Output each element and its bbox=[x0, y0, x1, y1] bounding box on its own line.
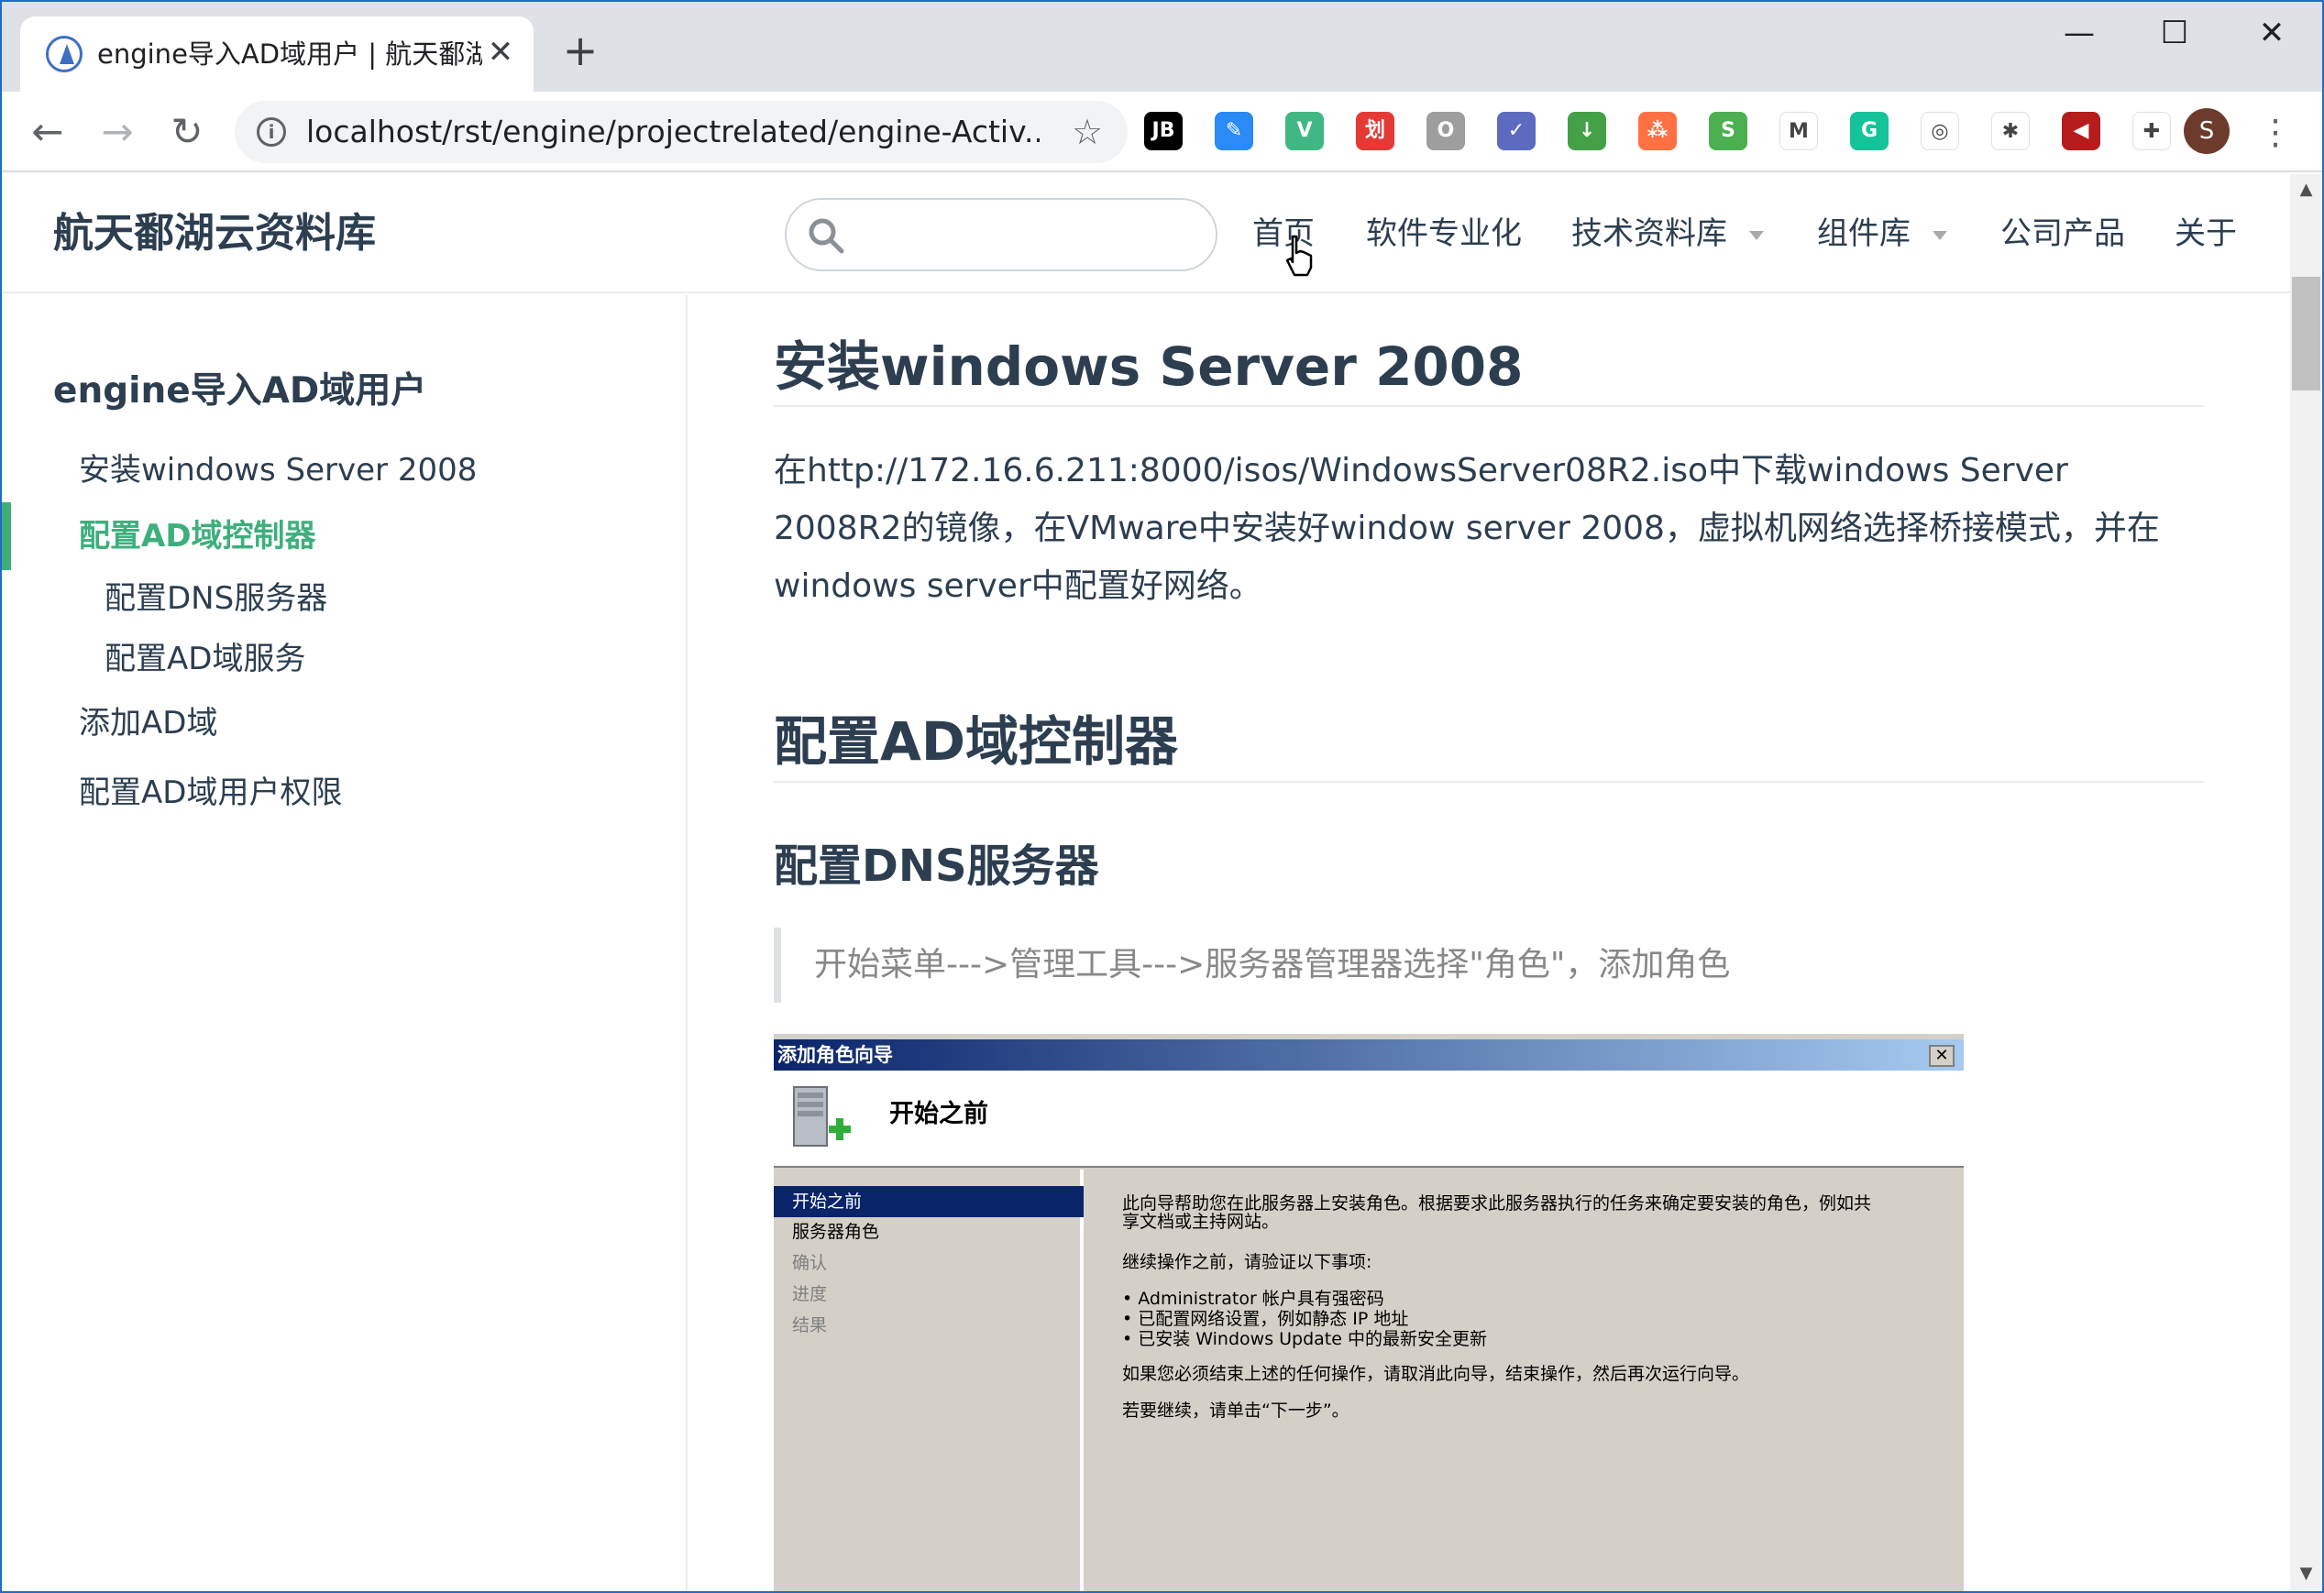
browser-tab[interactable]: engine导入AD域用户 | 航天鄱湖 ✕ bbox=[20, 16, 534, 92]
grammarly-icon[interactable]: G bbox=[1850, 112, 1889, 150]
wizard-text-line: • 已配置网络设置，例如静态 IP 地址 bbox=[1122, 1309, 1409, 1329]
maximize-button[interactable]: ☐ bbox=[2147, 9, 2202, 57]
sidebar-item-dns[interactable]: 配置DNS服务器 bbox=[105, 574, 327, 623]
sidebar-item-ad-permissions[interactable]: 配置AD域用户权限 bbox=[79, 768, 342, 818]
sidebar-heading[interactable]: engine导入AD域用户 bbox=[53, 365, 658, 418]
nav-about[interactable]: 关于 bbox=[2175, 211, 2237, 257]
tab-close-icon[interactable]: ✕ bbox=[482, 31, 519, 73]
window-close-button[interactable]: ✕ bbox=[2244, 9, 2299, 57]
wizard-text-line: 若要继续，请单击“下一步”。 bbox=[1122, 1401, 1349, 1421]
nav-components[interactable]: 组件库 bbox=[1817, 211, 1911, 257]
tab-strip: engine导入AD域用户 | 航天鄱湖 ✕ + — ☐ ✕ bbox=[0, 0, 2324, 92]
intro-paragraph: 在http://172.16.6.211:8000/isos/WindowsSe… bbox=[774, 452, 2160, 605]
check-extension-icon[interactable]: ✓ bbox=[1497, 112, 1536, 150]
instruction-quote: 开始菜单--->管理工具--->服务器管理器选择"角色"，添加角色 bbox=[774, 928, 2204, 1003]
nav-products[interactable]: 公司产品 bbox=[2000, 211, 2125, 257]
wizard-text-line: • Administrator 帐户具有强密码 bbox=[1122, 1289, 1384, 1309]
minimize-button[interactable]: — bbox=[2052, 9, 2107, 57]
site-title[interactable]: 航天鄱湖云资料库 bbox=[53, 207, 512, 260]
dialog-titlebar: 添加角色向导 ✕ bbox=[774, 1039, 1964, 1071]
office-icon[interactable]: O bbox=[1426, 112, 1465, 150]
server-add-icon bbox=[793, 1086, 851, 1147]
search-icon bbox=[809, 218, 844, 254]
site-info-icon[interactable]: i bbox=[257, 117, 286, 147]
wizard-step: 确认 bbox=[792, 1253, 828, 1273]
red-extension-icon[interactable]: 划 bbox=[1356, 112, 1394, 150]
wizard-text-line: 此向导帮助您在此服务器上安装角色。根据要求此服务器执行的任务来确定要安装的角色，… bbox=[1122, 1193, 1872, 1214]
dialog-header: 开始之前 bbox=[774, 1071, 1964, 1168]
chevron-down-icon bbox=[1749, 231, 1764, 240]
search-input[interactable] bbox=[785, 198, 1217, 271]
scroll-up-icon[interactable]: ▲ bbox=[2290, 174, 2322, 205]
url-text[interactable]: localhost/rst/engine/projectrelated/engi… bbox=[306, 112, 1040, 152]
address-bar[interactable]: i localhost/rst/engine/projectrelated/en… bbox=[235, 101, 1128, 163]
wizard-step: 服务器角色 bbox=[792, 1222, 880, 1242]
wizard-text-line: 享文档或主持网站。 bbox=[1122, 1212, 1280, 1232]
scroll-down-icon[interactable]: ▼ bbox=[2290, 1558, 2322, 1589]
divider bbox=[774, 781, 2204, 783]
add-roles-wizard-screenshot: 添加角色向导 ✕ 开始之前 开始之前 服务器角色 确认 进度 结果 此向导帮助您… bbox=[774, 1034, 1964, 1591]
main-content: 安装windows Server 2008 在http://172.16.6.2… bbox=[689, 295, 2290, 1591]
divider bbox=[774, 405, 2204, 407]
page-scrollbar[interactable]: ▲ ▼ bbox=[2290, 174, 2322, 1591]
browser-window: engine导入AD域用户 | 航天鄱湖 ✕ + — ☐ ✕ ← → ↻ i l… bbox=[0, 0, 2324, 1593]
bookmark-star-icon[interactable]: ☆ bbox=[1065, 110, 1109, 154]
site-header: 航天鄱湖云资料库 首页 软件专业化 技术资料库 组件库 公司产品 关于 bbox=[2, 174, 2290, 293]
sidebar-item-ad-service[interactable]: 配置AD域服务 bbox=[105, 634, 305, 684]
active-indicator bbox=[2, 502, 11, 570]
subsection-heading: 配置DNS服务器 bbox=[774, 840, 1099, 892]
wizard-steps: 开始之前 服务器角色 确认 进度 结果 bbox=[774, 1170, 1084, 1591]
jetbrains-icon[interactable]: JB bbox=[1144, 112, 1183, 150]
sidebar-item-add-ad[interactable]: 添加AD域 bbox=[79, 698, 217, 748]
tab-title: engine导入AD域用户 | 航天鄱湖 bbox=[97, 38, 482, 70]
wizard-text-line: • 已安装 Windows Update 中的最新安全更新 bbox=[1122, 1329, 1487, 1349]
audio-extension-icon[interactable]: ◀ bbox=[2062, 112, 2100, 150]
download-extension-icon[interactable]: ↓ bbox=[1568, 112, 1606, 150]
dialog-close-icon: ✕ bbox=[1929, 1045, 1955, 1067]
nav-software[interactable]: 软件专业化 bbox=[1366, 211, 1522, 257]
chevron-down-icon bbox=[1933, 231, 1947, 240]
forward-button[interactable]: → bbox=[92, 106, 143, 158]
dialog-header-title: 开始之前 bbox=[889, 1100, 988, 1128]
dialog-title: 添加角色向导 bbox=[777, 1044, 893, 1066]
scrollbar-thumb[interactable] bbox=[2292, 277, 2320, 390]
quote-text: 开始菜单--->管理工具--->服务器管理器选择"角色"，添加角色 bbox=[814, 946, 1731, 983]
wizard-text-line: 如果您必须结束上述的任何操作，请取消此向导，结束操作，然后再次运行向导。 bbox=[1122, 1364, 1750, 1384]
s-extension-icon[interactable]: S bbox=[1709, 112, 1747, 150]
m-extension-icon[interactable]: M bbox=[1779, 112, 1818, 150]
vue-devtools-icon[interactable]: V bbox=[1285, 112, 1324, 150]
site-logo-icon bbox=[46, 36, 83, 72]
wizard-text-line: 继续操作之前，请验证以下事项: bbox=[1122, 1252, 1372, 1272]
extensions-puzzle-icon[interactable]: ✚ bbox=[2132, 112, 2171, 150]
wizard-step: 结果 bbox=[792, 1315, 828, 1335]
wizard-step: 进度 bbox=[792, 1284, 828, 1304]
pen-extension-icon[interactable]: ✎ bbox=[1215, 112, 1253, 150]
network-extension-icon[interactable]: ⁂ bbox=[1638, 112, 1677, 150]
nav-tech-library[interactable]: 技术资料库 bbox=[1571, 211, 1727, 257]
reload-button[interactable]: ↻ bbox=[161, 106, 213, 158]
section-heading: 配置AD域控制器 bbox=[774, 710, 1179, 773]
page-title: 安装windows Server 2008 bbox=[774, 335, 1524, 398]
wizard-body: 此向导帮助您在此服务器上安装角色。根据要求此服务器执行的任务来确定要安装的角色，… bbox=[1089, 1170, 1964, 1591]
sidebar-item-install-server[interactable]: 安装windows Server 2008 bbox=[79, 445, 477, 495]
hand-cursor-icon bbox=[1285, 235, 1313, 277]
back-button[interactable]: ← bbox=[22, 106, 73, 158]
sidebar-item-ad-controller[interactable]: 配置AD域控制器 bbox=[79, 511, 316, 561]
glasses-extension-icon[interactable]: ◎ bbox=[1921, 112, 1959, 150]
wizard-step: 开始之前 bbox=[792, 1192, 863, 1212]
new-tab-button[interactable]: + bbox=[557, 27, 603, 73]
profile-avatar[interactable]: S bbox=[2184, 108, 2230, 154]
browser-menu-icon[interactable]: ⋮ bbox=[2257, 106, 2294, 158]
color-picker-icon[interactable]: ✱ bbox=[1991, 112, 2030, 150]
sidebar: engine导入AD域用户 安装windows Server 2008 配置AD… bbox=[2, 295, 688, 1591]
